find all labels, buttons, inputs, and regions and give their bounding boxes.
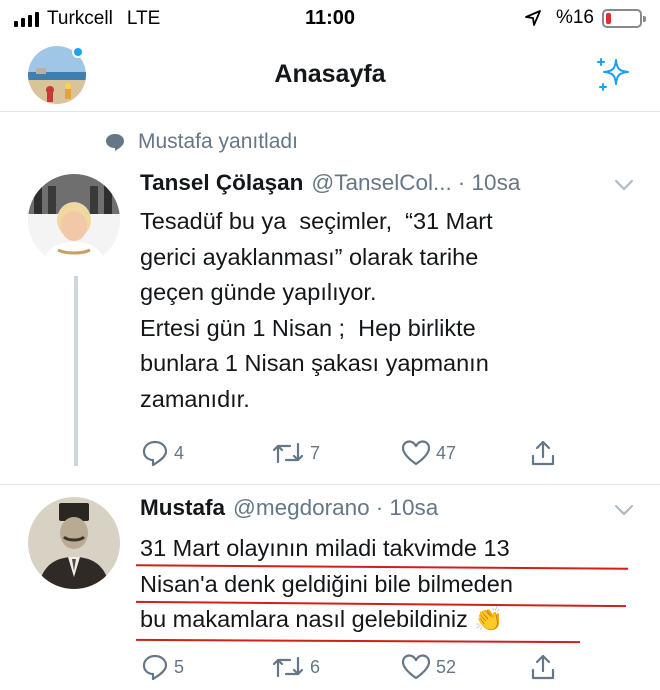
page-title: Anasayfa — [274, 60, 386, 88]
reply-bubble-icon — [106, 134, 124, 151]
author-name[interactable]: Mustafa — [140, 495, 225, 521]
thread-connector — [74, 276, 78, 466]
author-handle[interactable]: @TanselCol... — [311, 170, 451, 196]
tweet-time: · 10sa — [457, 170, 521, 195]
reply-context: Mustafa yanıtladı — [104, 130, 298, 154]
retweet-count: 7 — [310, 442, 321, 463]
like-count: 52 — [436, 656, 457, 677]
like-icon — [401, 654, 431, 680]
reply-icon — [142, 654, 168, 681]
reply-count: 4 — [174, 442, 185, 463]
tweet-divider — [0, 484, 660, 485]
tweet-actions: 4 7 47 — [140, 438, 580, 474]
location-arrow-icon — [525, 10, 541, 26]
tweet-line: Nisan'a denk geldiğini bile bilmeden — [140, 570, 513, 597]
retweet-button[interactable]: 7 — [270, 438, 320, 468]
tweet-text: Tesadüf bu ya seçimler, “31 Mart gerici … — [140, 204, 610, 417]
chevron-down-icon[interactable] — [614, 178, 634, 192]
tweet-text: 31 Mart olayının miladi takvimde 13 Nisa… — [140, 531, 610, 638]
battery-fill — [606, 12, 612, 24]
tweet-line: gerici ayaklanması” olarak tarihe — [140, 243, 479, 270]
share-icon — [531, 440, 555, 466]
retweet-count: 6 — [310, 656, 321, 677]
tweet-line: bunlara 1 Nisan şakası yapmanın — [140, 350, 489, 376]
tweet-line: bu makamlara nasıl gelebildiniz 👏 — [140, 606, 504, 632]
like-button[interactable]: 52 — [400, 652, 456, 682]
reply-icon — [142, 440, 168, 467]
tweet-avatar-mustafa[interactable] — [28, 497, 120, 589]
reply-context-label: Mustafa yanıtladı — [138, 130, 298, 153]
status-right: %16 — [524, 7, 646, 29]
retweet-button[interactable]: 6 — [270, 652, 320, 682]
tweet-line: Ertesi gün 1 Nisan ; Hep birlikte — [140, 314, 476, 341]
tweet-avatar-tansel[interactable] — [28, 174, 120, 266]
chevron-down-icon[interactable] — [614, 503, 634, 517]
tweet-actions: 5 6 52 — [140, 652, 580, 688]
reply-count: 5 — [174, 656, 185, 677]
tweet-line: zamanıdır. — [140, 385, 250, 412]
tweet-header: Tansel Çölaşan @TanselCol... · 10sa — [140, 170, 520, 196]
author-name[interactable]: Tansel Çölaşan — [140, 170, 303, 196]
tweet-line: 31 Mart olayının miladi takvimde 13 — [140, 535, 510, 561]
retweet-icon — [272, 656, 304, 678]
tweet-header: Mustafa @megdorano · 10sa — [140, 495, 438, 521]
author-handle[interactable]: @megdorano — [233, 495, 370, 521]
tweet-time: · 10sa — [375, 495, 439, 520]
like-count: 47 — [436, 442, 457, 463]
red-underline — [135, 638, 581, 644]
share-button[interactable] — [528, 438, 562, 468]
reply-button[interactable]: 4 — [140, 438, 184, 468]
retweet-icon — [272, 442, 304, 464]
notification-dot — [72, 46, 84, 58]
share-icon — [531, 654, 555, 680]
tweet-line: Tesadüf bu ya seçimler, “31 Mart — [140, 208, 493, 234]
battery-icon — [602, 8, 646, 28]
like-icon — [401, 440, 431, 466]
sparkle-icon[interactable] — [594, 54, 634, 94]
reply-button[interactable]: 5 — [140, 652, 184, 682]
status-bar: Turkcell LTE 11:00 %16 — [0, 0, 660, 38]
tweet-line: geçen günde yapılıyor. — [140, 279, 377, 305]
share-button[interactable] — [528, 652, 562, 682]
top-header: Anasayfa — [0, 38, 660, 112]
battery-percent: %16 — [555, 7, 594, 28]
like-button[interactable]: 47 — [400, 438, 456, 468]
